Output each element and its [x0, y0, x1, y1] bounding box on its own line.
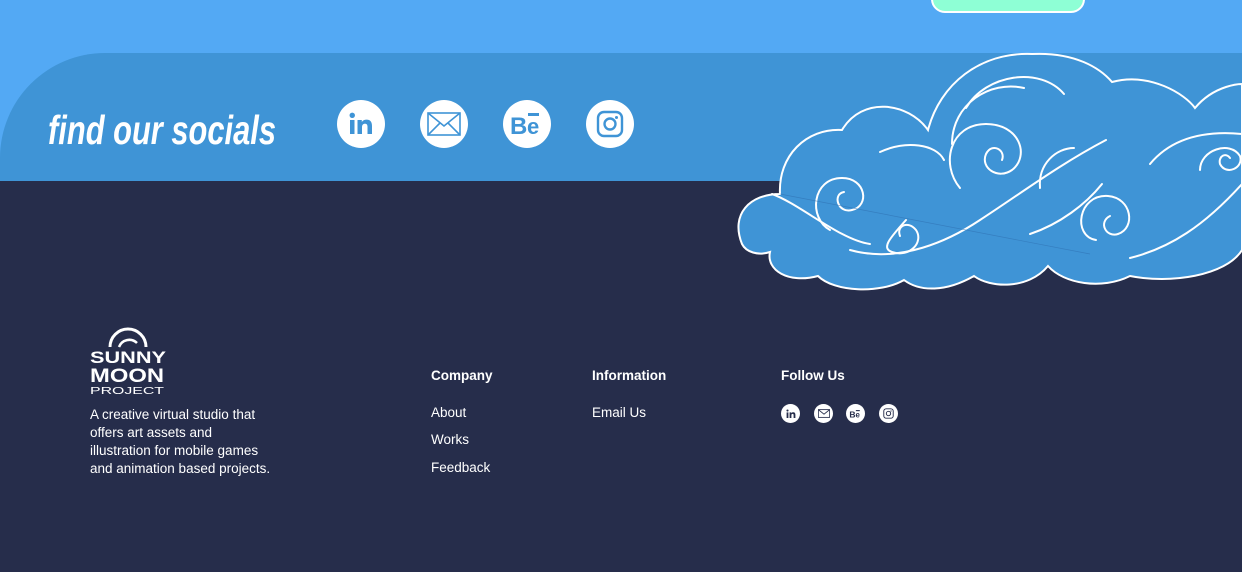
socials-heading-text: find our socials: [48, 107, 276, 153]
company-column-title: Company: [431, 368, 493, 383]
linkedin-link[interactable]: [337, 100, 385, 148]
tagline-line: A creative virtual studio that: [90, 407, 256, 422]
footer-link-email-us[interactable]: Email Us: [592, 405, 646, 420]
logo-line-sunny: SUNNY: [90, 348, 167, 367]
svg-text:e: e: [527, 114, 539, 138]
footer-link-feedback[interactable]: Feedback: [431, 460, 490, 475]
studio-tagline: A creative virtual studio that offers ar…: [90, 406, 300, 478]
behance-icon: B e: [849, 409, 861, 418]
instagram-icon: [883, 408, 894, 419]
behance-link[interactable]: B e: [503, 100, 551, 148]
footer-link-about[interactable]: About: [431, 405, 466, 420]
behance-icon: B e: [510, 113, 539, 138]
svg-text:B: B: [510, 113, 527, 138]
mail-link[interactable]: [420, 100, 468, 148]
linkedin-icon: [785, 408, 795, 418]
logo-line-moon: MOON: [90, 366, 164, 387]
linkedin-icon: [349, 112, 372, 134]
mail-icon: [427, 112, 461, 136]
footer-instagram-link[interactable]: [879, 404, 898, 423]
svg-text:B: B: [849, 409, 855, 418]
tagline-line: illustration for mobile games: [90, 443, 259, 458]
tagline-line: offers art assets and: [90, 425, 213, 440]
footer-link-works[interactable]: Works: [431, 432, 469, 447]
footer-linkedin-link[interactable]: [781, 404, 800, 423]
footer-mail-link[interactable]: [814, 404, 833, 423]
footer-behance-link[interactable]: B e: [846, 404, 865, 423]
follow-column-title: Follow Us: [781, 368, 845, 383]
instagram-icon: [596, 110, 624, 138]
socials-heading: find our socials: [48, 107, 276, 153]
cloud-illustration: [737, 52, 1242, 291]
cta-button-edge[interactable]: [931, 0, 1085, 13]
svg-text:e: e: [856, 410, 861, 418]
sunny-moon-logo: SUNNY MOON PROJECT: [90, 327, 167, 397]
tagline-line: and animation based projects.: [90, 461, 271, 476]
information-column-title: Information: [592, 368, 667, 383]
mail-icon: [817, 409, 830, 418]
instagram-link[interactable]: [586, 100, 634, 148]
logo-line-project: PROJECT: [90, 386, 164, 397]
